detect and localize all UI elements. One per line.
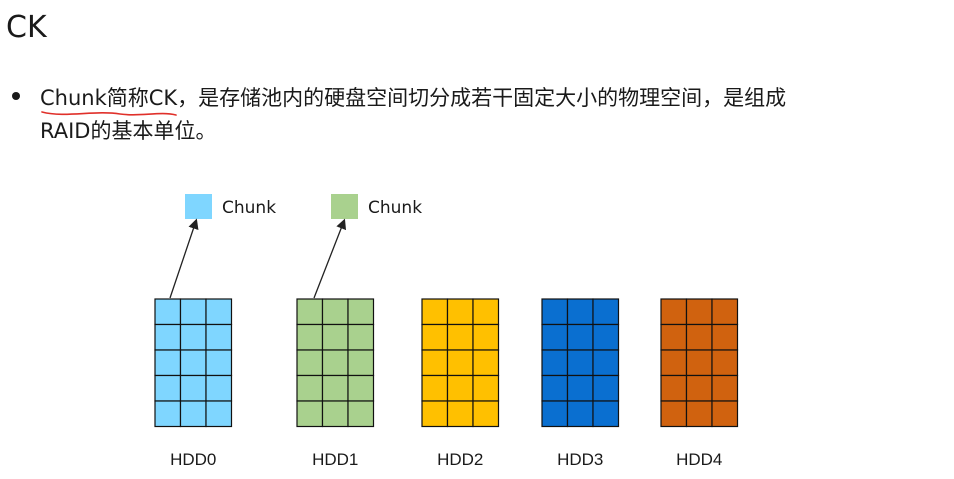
disk-label: HDD4 bbox=[676, 450, 722, 469]
chunk-cell bbox=[179, 349, 207, 377]
chunk-cell bbox=[321, 349, 349, 377]
legend-label: Chunk bbox=[222, 198, 276, 218]
chunk-cell bbox=[321, 323, 349, 351]
chunk-cell bbox=[660, 400, 688, 428]
chunk-cell bbox=[541, 323, 569, 351]
chunk-cell bbox=[421, 298, 449, 326]
chunk-cell bbox=[421, 349, 449, 377]
chunk-cell bbox=[347, 349, 375, 377]
chunk-cell bbox=[321, 374, 349, 402]
chunk-cell bbox=[711, 349, 739, 377]
chunk-cell bbox=[592, 323, 620, 351]
chunk-cell bbox=[685, 298, 713, 326]
chunk-cell bbox=[205, 374, 233, 402]
legend: Chunk Chunk bbox=[185, 194, 422, 219]
disk-hdd4: HDD4 bbox=[660, 298, 739, 469]
chunk-cell bbox=[660, 298, 688, 326]
chunk-cell bbox=[421, 400, 449, 428]
disk-hdd0: HDD0 bbox=[154, 298, 233, 469]
chunk-cell bbox=[472, 298, 500, 326]
chunk-cell bbox=[446, 323, 474, 351]
chunk-cell bbox=[296, 298, 324, 326]
chunk-cell bbox=[296, 400, 324, 428]
chunk-cell bbox=[541, 349, 569, 377]
chunk-cell bbox=[321, 298, 349, 326]
chunk-cell bbox=[711, 323, 739, 351]
chunk-cell bbox=[296, 349, 324, 377]
chunk-cell bbox=[446, 374, 474, 402]
chunk-cell bbox=[541, 298, 569, 326]
chunk-cell bbox=[179, 400, 207, 428]
disk-label: HDD3 bbox=[557, 450, 603, 469]
chunk-cell bbox=[154, 349, 182, 377]
chunk-cell bbox=[421, 323, 449, 351]
chunk-cell bbox=[685, 349, 713, 377]
chunk-cell bbox=[472, 349, 500, 377]
chunk-cell bbox=[154, 374, 182, 402]
chunk-cell bbox=[154, 298, 182, 326]
chunk-cell bbox=[347, 298, 375, 326]
chunk-cell bbox=[711, 298, 739, 326]
arrows bbox=[169, 218, 347, 299]
chunk-cell bbox=[205, 323, 233, 351]
chunk-cell bbox=[446, 298, 474, 326]
chunk-cell bbox=[685, 323, 713, 351]
chunk-cell bbox=[541, 374, 569, 402]
chunk-cell bbox=[296, 374, 324, 402]
disk-label: HDD2 bbox=[437, 450, 483, 469]
chunk-cell bbox=[179, 298, 207, 326]
chunk-cell bbox=[685, 400, 713, 428]
chunk-cell bbox=[660, 323, 688, 351]
chunk-cell bbox=[179, 374, 207, 402]
chunk-cell bbox=[205, 400, 233, 428]
chunk-cell bbox=[179, 323, 207, 351]
chunk-cell bbox=[205, 349, 233, 377]
chunk-cell bbox=[566, 298, 594, 326]
chunk-cell bbox=[154, 323, 182, 351]
chunk-cell bbox=[660, 374, 688, 402]
chunk-cell bbox=[446, 349, 474, 377]
chunk-cell bbox=[472, 400, 500, 428]
chunk-cell bbox=[566, 323, 594, 351]
chunk-cell bbox=[154, 400, 182, 428]
disk-hdd1: HDD1 bbox=[296, 298, 375, 469]
chunk-diagram: Chunk Chunk HDD0 HDD1 HDD2 HDD3 HDD4 bbox=[154, 194, 739, 469]
chunk-cell bbox=[566, 374, 594, 402]
chunk-cell bbox=[566, 400, 594, 428]
chunk-cell bbox=[592, 374, 620, 402]
chunk-arrow bbox=[169, 218, 199, 299]
legend-item: Chunk bbox=[331, 194, 422, 219]
chunk-cell bbox=[347, 374, 375, 402]
legend-item: Chunk bbox=[185, 194, 276, 219]
disk-hdd3: HDD3 bbox=[541, 298, 620, 469]
chunk-cell bbox=[566, 349, 594, 377]
chunk-cell bbox=[347, 323, 375, 351]
chunk-arrow bbox=[313, 218, 347, 299]
chunk-cell bbox=[347, 400, 375, 428]
chunk-cell bbox=[711, 374, 739, 402]
chunk-cell bbox=[711, 400, 739, 428]
legend-label: Chunk bbox=[368, 198, 422, 218]
chunk-cell bbox=[321, 400, 349, 428]
chunk-cell bbox=[472, 323, 500, 351]
chunk-cell bbox=[446, 400, 474, 428]
chunk-cell bbox=[660, 349, 688, 377]
chunk-cell bbox=[685, 374, 713, 402]
chunk-cell bbox=[296, 323, 324, 351]
legend-swatch-icon bbox=[331, 194, 358, 219]
chunk-cell bbox=[592, 349, 620, 377]
chunk-cell bbox=[205, 298, 233, 326]
disk-hdd2: HDD2 bbox=[421, 298, 500, 469]
chunk-cell bbox=[592, 400, 620, 428]
disk-label: HDD1 bbox=[312, 450, 358, 469]
chunk-cell bbox=[541, 400, 569, 428]
disk-label: HDD0 bbox=[170, 450, 216, 469]
legend-swatch-icon bbox=[185, 194, 212, 219]
chunk-cell bbox=[472, 374, 500, 402]
chunk-cell bbox=[592, 298, 620, 326]
chunk-cell bbox=[421, 374, 449, 402]
disk-group: HDD0 HDD1 HDD2 HDD3 HDD4 bbox=[154, 298, 739, 469]
